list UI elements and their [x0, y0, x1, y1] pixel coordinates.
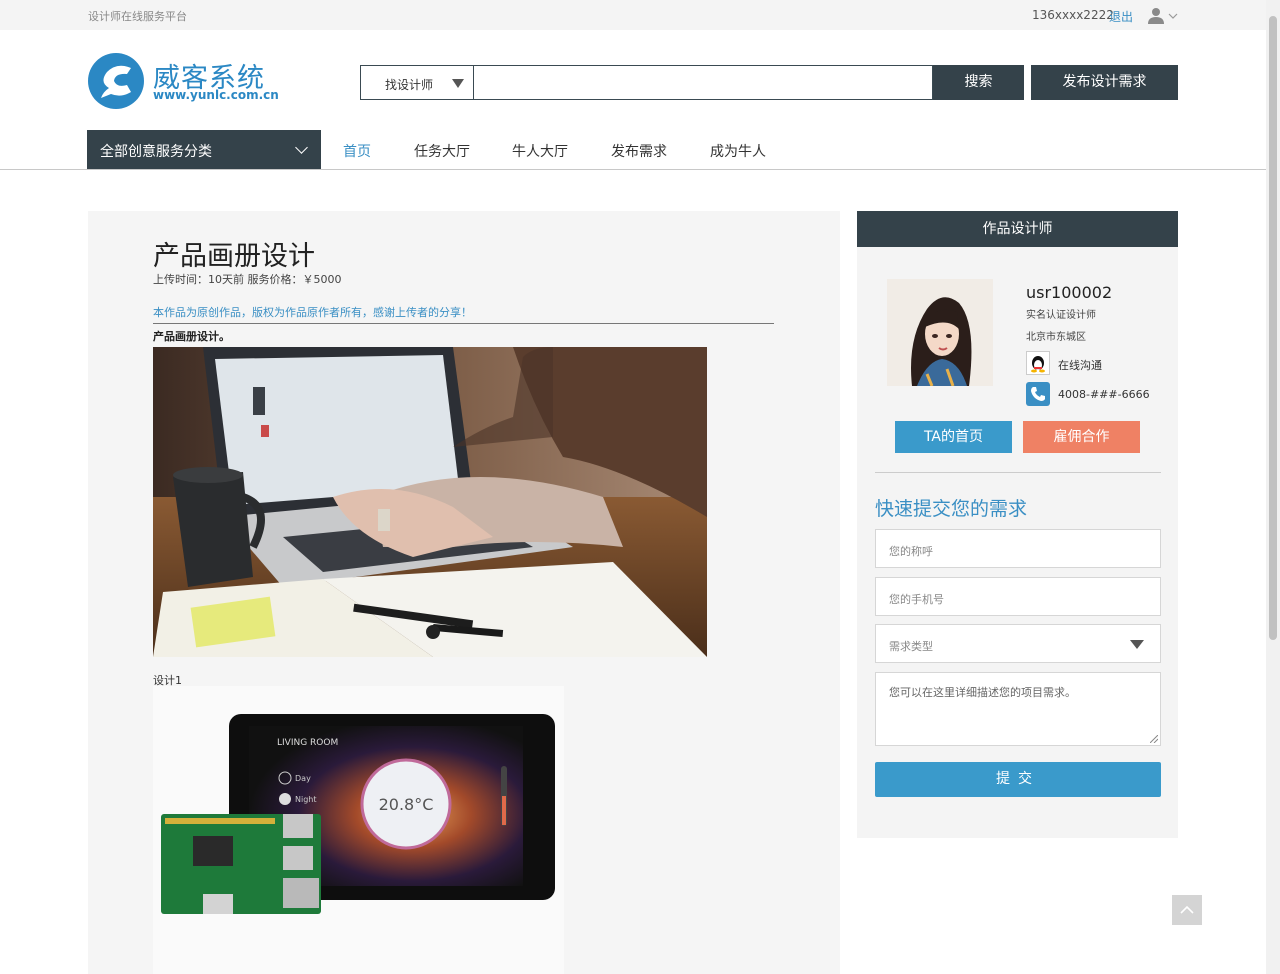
- work-meta: 上传时间：10天前 服务价格：￥5000: [153, 273, 342, 286]
- work-description: 产品画册设计。: [153, 330, 230, 343]
- search-type-label: 找设计师: [385, 78, 434, 92]
- search-button[interactable]: 搜索: [933, 65, 1024, 100]
- screen-night-label: Night: [295, 795, 317, 804]
- work-detail: 产品画册设计 上传时间：10天前 服务价格：￥5000 本作品为原创作品，版权为…: [88, 211, 840, 974]
- submit-button[interactable]: 提交: [875, 762, 1161, 797]
- user-icon: [1148, 8, 1178, 24]
- category-label: 全部创意服务分类: [100, 144, 212, 160]
- copyright-notice: 本作品为原创作品，版权为作品原作者所有，感谢上传者的分享！: [153, 306, 472, 319]
- designer-avatar[interactable]: [887, 279, 993, 386]
- sidebar-heading: 作品设计师: [857, 211, 1178, 247]
- phone-number: 4008-###-6666: [1058, 388, 1150, 401]
- work-photo-laptop: [153, 347, 707, 657]
- all-categories-dropdown[interactable]: 全部创意服务分类: [87, 130, 321, 169]
- demand-type-select[interactable]: 需求类型: [875, 624, 1161, 663]
- caret-down-icon: [452, 79, 464, 88]
- publish-demand-button[interactable]: 发布设计需求: [1031, 65, 1178, 100]
- site-logo[interactable]: 威客系统 www.yunlc.com.cn: [87, 52, 279, 112]
- work-photo-thermostat: LIVING ROOM Day Night 20.8°C: [153, 686, 564, 974]
- scrollbar-thumb[interactable]: [1269, 16, 1277, 640]
- hire-button[interactable]: 雇佣合作: [1023, 421, 1140, 453]
- nav-item-publish[interactable]: 发布需求: [611, 141, 667, 161]
- name-field[interactable]: 您的称呼: [875, 529, 1161, 568]
- demand-type-label: 需求类型: [889, 640, 933, 653]
- main-nav: 全部创意服务分类 首页 任务大厅 牛人大厅 发布需求 成为牛人: [0, 130, 1266, 170]
- designer-sidebar: 作品设计师 usr100002 实名认证设计师 北京市东城区 在线沟通 4008…: [857, 211, 1178, 838]
- demand-detail-textarea[interactable]: 您可以在这里详细描述您的项目需求。: [875, 672, 1161, 746]
- work-title: 产品画册设计: [153, 241, 315, 272]
- site-slogan: 设计师在线服务平台: [88, 10, 187, 23]
- nav-item-become-talent[interactable]: 成为牛人: [710, 141, 766, 161]
- nav-item-home[interactable]: 首页: [343, 141, 371, 161]
- resize-grip-icon[interactable]: [1150, 735, 1158, 743]
- chevron-down-icon: [295, 141, 308, 154]
- logo-url: www.yunlc.com.cn: [153, 88, 279, 102]
- user-menu[interactable]: [1147, 6, 1181, 26]
- top-bar: 设计师在线服务平台 136xxxx2222 退出: [0, 0, 1266, 30]
- quick-request-title: 快速提交您的需求: [875, 498, 1028, 520]
- caret-down-icon: [1130, 640, 1144, 649]
- chevron-up-icon: [1180, 905, 1194, 914]
- screen-room-label: LIVING ROOM: [277, 738, 338, 748]
- page-scrollbar[interactable]: [1266, 0, 1280, 974]
- qq-penguin-icon: [1026, 351, 1050, 375]
- logout-link[interactable]: 退出: [1109, 8, 1133, 25]
- screen-temperature: 20.8°C: [379, 795, 434, 814]
- search-input[interactable]: [473, 65, 933, 100]
- logo-mark-icon: [88, 53, 144, 109]
- designer-name[interactable]: usr100002: [1026, 283, 1112, 302]
- designer-location: 北京市东城区: [1026, 332, 1086, 343]
- nav-item-talent-hall[interactable]: 牛人大厅: [512, 141, 568, 161]
- account-phone: 136xxxx2222: [1032, 8, 1114, 22]
- designer-certification: 实名认证设计师: [1026, 310, 1096, 321]
- phone-icon: [1026, 382, 1050, 406]
- search-type-select[interactable]: 找设计师: [360, 65, 474, 100]
- nav-item-task-hall[interactable]: 任务大厅: [414, 141, 470, 161]
- divider: [153, 323, 774, 324]
- ta-home-button[interactable]: TA的首页: [895, 421, 1012, 453]
- screen-day-label: Day: [295, 774, 311, 783]
- back-to-top-button[interactable]: [1172, 895, 1202, 925]
- qq-label: 在线沟通: [1058, 359, 1102, 372]
- chevron-down-icon: [1168, 13, 1178, 19]
- mobile-field[interactable]: 您的手机号: [875, 577, 1161, 616]
- demand-detail-placeholder: 您可以在这里详细描述您的项目需求。: [889, 686, 1076, 699]
- divider: [875, 472, 1161, 473]
